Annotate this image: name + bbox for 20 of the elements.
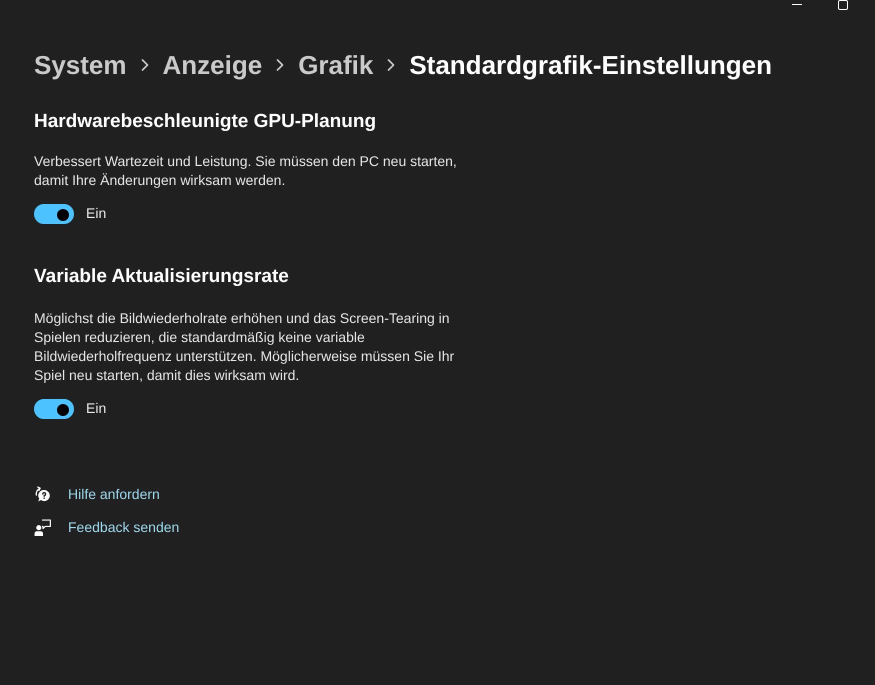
breadcrumb-link[interactable]: Grafik — [298, 47, 374, 83]
page-title: Standardgrafik-Einstellungen — [409, 49, 772, 82]
breadcrumb-link[interactable]: System — [34, 47, 126, 83]
help-bubble-icon — [34, 486, 51, 503]
section-description: Verbessert Wartezeit und Leistung. Sie müssen den PC neu starten, damit Ihre Änderungen wirksam werden. — [34, 152, 458, 190]
help-link[interactable]: Hilfe anfordern — [68, 484, 160, 505]
chevron-icon — [140, 59, 148, 71]
toggle-switch[interactable] — [34, 398, 74, 418]
chevron-icon — [276, 59, 284, 71]
toggle-label: Ein — [86, 399, 106, 418]
maximize-icon — [838, 0, 848, 10]
chevron-icon — [387, 59, 396, 71]
breadcrumb-link[interactable]: Anzeige — [162, 47, 262, 83]
toggle-label: Ein — [86, 204, 106, 223]
feedback-person-icon — [34, 519, 51, 536]
section-title: Variable Aktualisierungsrate — [34, 265, 289, 289]
section-title: Hardwarebeschleunigte GPU-Planung — [34, 110, 376, 134]
toggle-switch[interactable] — [34, 204, 74, 224]
feedback-link[interactable]: Feedback senden — [68, 517, 180, 538]
section-description: Möglichst die Bildwiederholrate erhöhen und das Screen-Tearing in Spielen reduzieren, die standardmäßig keine variable Bildwiederholfrequenz unterstützen. Möglicherweise müssen Sie Ihr Spiel neu starten, damit dies wirksam wird. — [34, 309, 456, 385]
